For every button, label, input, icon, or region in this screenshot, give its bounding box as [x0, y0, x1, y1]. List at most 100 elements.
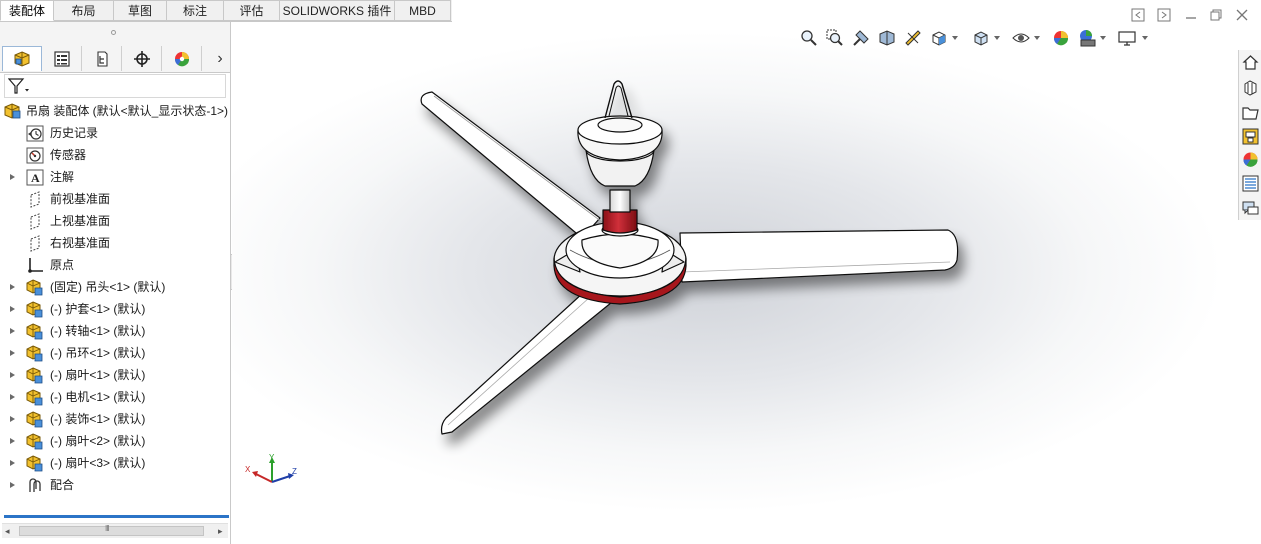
view-settings-dropdown-icon[interactable]	[1142, 36, 1148, 40]
tree-item-label: (-) 扇叶<1> (默认)	[50, 368, 146, 382]
expand-arrow-icon[interactable]	[9, 276, 17, 298]
scroll-left-arrow-icon[interactable]: ◂	[5, 524, 10, 538]
configurationmanager-icon[interactable]	[82, 46, 122, 71]
expand-arrow-icon[interactable]	[9, 408, 17, 430]
rollback-bar[interactable]	[4, 515, 229, 518]
tree-item-component[interactable]: (-) 转轴<1> (默认)	[0, 320, 230, 342]
tree-item-component[interactable]: (固定) 吊头<1> (默认)	[0, 276, 230, 298]
custom-properties-icon[interactable]	[1241, 173, 1260, 193]
tree-item-label: (-) 扇叶<3> (默认)	[50, 456, 146, 470]
sensor-icon	[26, 147, 44, 164]
tree-item-component[interactable]: (-) 扇叶<3> (默认)	[0, 452, 230, 474]
part-icon	[26, 301, 44, 318]
minimize-icon[interactable]	[1184, 8, 1198, 22]
displaymanager-icon[interactable]	[162, 46, 202, 71]
tree-item-component[interactable]: (-) 护套<1> (默认)	[0, 298, 230, 320]
expand-arrow-icon[interactable]	[9, 320, 17, 342]
tab-layout[interactable]: 布局	[54, 0, 114, 21]
triad-z-label: Z	[292, 467, 297, 476]
edit-appearance-icon[interactable]	[1050, 27, 1072, 49]
tree-item-component[interactable]: (-) 扇叶<2> (默认)	[0, 430, 230, 452]
file-explorer-icon[interactable]	[1241, 102, 1260, 122]
scroll-right-arrow-icon[interactable]: ▸	[218, 524, 223, 538]
history-icon	[26, 125, 44, 142]
expand-arrow-icon[interactable]	[9, 386, 17, 408]
part-icon	[26, 279, 44, 296]
plane-icon	[26, 235, 44, 252]
tree-item-component[interactable]: (-) 吊环<1> (默认)	[0, 342, 230, 364]
tab-sketch[interactable]: 草图	[114, 0, 167, 21]
view-orientation-dropdown-icon[interactable]	[952, 36, 958, 40]
view-settings-icon[interactable]	[1116, 27, 1138, 49]
section-view-icon[interactable]	[876, 27, 898, 49]
display-style-icon[interactable]	[970, 27, 992, 49]
zoom-to-area-icon[interactable]	[824, 27, 846, 49]
tab-evaluate[interactable]: 评估	[224, 0, 280, 21]
tree-filter-bar[interactable]	[4, 74, 226, 98]
tree-item-label: 历史记录	[50, 126, 99, 140]
tab-assembly[interactable]: 装配体	[0, 0, 54, 21]
tree-item-label: 上视基准面	[50, 214, 111, 228]
dimxpert-icon[interactable]	[122, 46, 162, 71]
expand-arrow-icon[interactable]	[9, 474, 17, 496]
display-style-dropdown-icon[interactable]	[994, 36, 1000, 40]
design-library-icon[interactable]	[1241, 77, 1260, 97]
task-pane	[1238, 50, 1261, 220]
plane-icon	[26, 213, 44, 230]
tree-item-origin[interactable]: 原点	[0, 254, 230, 276]
filter-icon[interactable]	[7, 78, 30, 98]
svg-text:A: A	[31, 171, 40, 185]
tree-item-top-plane[interactable]: 上视基准面	[0, 210, 230, 232]
zoom-to-fit-icon[interactable]	[798, 27, 820, 49]
tree-item-front-plane[interactable]: 前视基准面	[0, 188, 230, 210]
close-icon[interactable]	[1235, 8, 1249, 22]
hide-show-items-icon[interactable]	[1010, 27, 1032, 49]
propertymanager-icon[interactable]	[42, 46, 82, 71]
part-icon	[26, 345, 44, 362]
origin-icon	[26, 257, 44, 274]
view-palette-icon[interactable]	[1241, 126, 1260, 146]
expand-arrow-icon[interactable]	[9, 166, 17, 188]
tree-root-assembly[interactable]: 吊扇 装配体 (默认<默认_显示状态-1>)	[0, 100, 230, 122]
tree-item-label: (-) 吊环<1> (默认)	[50, 346, 146, 360]
fan-blade-2	[679, 229, 959, 283]
tree-horizontal-scrollbar[interactable]: ◂ III ▸	[2, 523, 228, 538]
tree-item-history[interactable]: 历史记录	[0, 122, 230, 144]
tree-item-right-plane[interactable]: 右视基准面	[0, 232, 230, 254]
tab-markup[interactable]: 标注	[167, 0, 224, 21]
tree-item-annotations[interactable]: A 注解	[0, 166, 230, 188]
tree-item-component[interactable]: (-) 电机<1> (默认)	[0, 386, 230, 408]
restore-icon[interactable]	[1209, 8, 1223, 22]
expand-arrow-icon[interactable]	[9, 298, 17, 320]
expand-arrow-icon[interactable]	[9, 342, 17, 364]
tree-item-component[interactable]: (-) 装饰<1> (默认)	[0, 408, 230, 430]
dynamic-annotation-icon[interactable]	[902, 27, 924, 49]
tile-right-icon[interactable]	[1157, 8, 1171, 22]
tree-item-sensors[interactable]: 传感器	[0, 144, 230, 166]
expand-arrow-icon[interactable]	[9, 430, 17, 452]
appearances-scenes-icon[interactable]	[1241, 149, 1260, 169]
scroll-thumb-grip: III	[105, 524, 110, 533]
view-orientation-icon[interactable]	[928, 27, 950, 49]
hide-show-dropdown-icon[interactable]	[1034, 36, 1040, 40]
featuremanager-icon[interactable]	[2, 46, 42, 71]
tab-mbd[interactable]: MBD	[395, 0, 451, 21]
triad-y-label: Y	[269, 453, 275, 462]
tab-solidworks-addins[interactable]: SOLIDWORKS 插件	[280, 0, 395, 21]
tree-item-component[interactable]: (-) 扇叶<1> (默认)	[0, 364, 230, 386]
panel-more-chevron-icon[interactable]: ›	[210, 46, 230, 71]
scroll-thumb[interactable]: III	[19, 524, 204, 536]
graphics-viewport[interactable]: Y X Z	[232, 22, 1238, 544]
tree-item-label: (-) 装饰<1> (默认)	[50, 412, 146, 426]
apply-scene-icon[interactable]	[1076, 27, 1098, 49]
fan-blade-3	[440, 281, 618, 435]
solidworks-resources-home-icon[interactable]	[1241, 52, 1260, 72]
expand-arrow-icon[interactable]	[9, 364, 17, 386]
apply-scene-dropdown-icon[interactable]	[1100, 36, 1106, 40]
previous-view-icon[interactable]	[850, 27, 872, 49]
tile-left-icon[interactable]	[1131, 8, 1145, 22]
forum-icon[interactable]	[1241, 198, 1260, 218]
expand-arrow-icon[interactable]	[9, 452, 17, 474]
tree-item-mates[interactable]: 配合	[0, 474, 230, 496]
panel-grip[interactable]	[0, 22, 230, 46]
